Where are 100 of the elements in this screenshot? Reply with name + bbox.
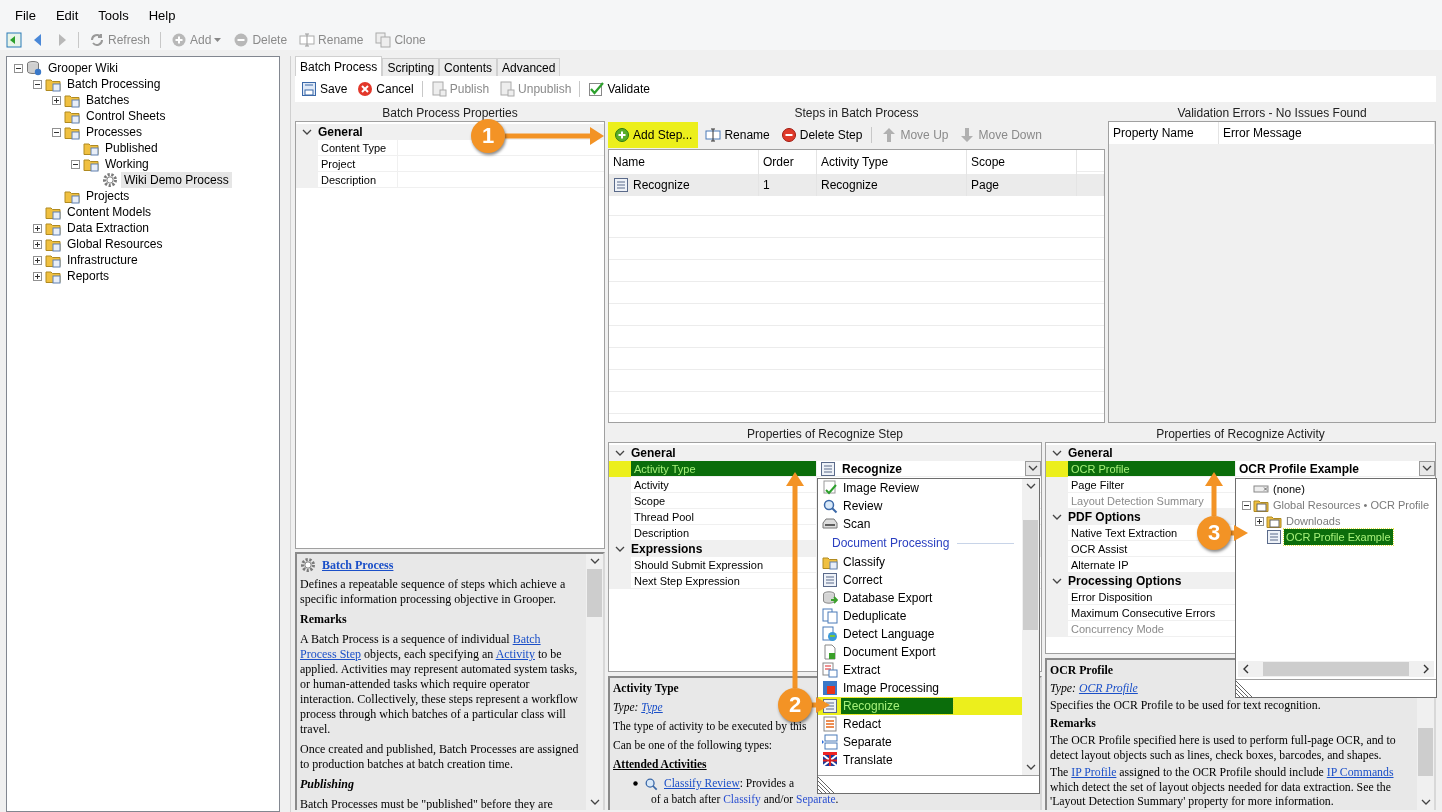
table-cell: Page bbox=[971, 178, 1000, 192]
help-text: Once created and published, Batch Processes are assigned to production batches at batch creation time. bbox=[300, 742, 580, 772]
help-heading: Remarks bbox=[300, 612, 347, 627]
list-item[interactable]: Classify bbox=[841, 554, 887, 570]
list-item[interactable]: Scan bbox=[841, 516, 873, 532]
help-heading: Activity Type bbox=[613, 681, 679, 696]
list-item[interactable]: Separate bbox=[841, 734, 894, 750]
list-group-header: Document Processing bbox=[832, 536, 950, 550]
list-item[interactable]: Recognize bbox=[841, 698, 953, 714]
help-link[interactable]: IP Profile bbox=[1071, 765, 1117, 779]
toolbar-button[interactable]: Cancel bbox=[353, 79, 418, 99]
panel-title: Validation Errors - No Issues Found bbox=[1176, 105, 1368, 121]
help-text: The type of activity to be executed by this bbox=[613, 719, 807, 734]
tab[interactable]: Scripting bbox=[382, 58, 440, 76]
tree-item[interactable]: Control Sheets bbox=[83, 108, 169, 124]
list-item[interactable]: Database Export bbox=[841, 590, 935, 606]
tree-item[interactable]: Projects bbox=[83, 188, 133, 204]
property-name[interactable]: Activity bbox=[631, 477, 817, 493]
help-link[interactable]: Classify Review bbox=[664, 777, 740, 789]
column-header[interactable]: Activity Type bbox=[817, 150, 967, 174]
help-link[interactable]: Batch Process bbox=[322, 557, 394, 573]
tree-item[interactable]: Data Extraction bbox=[64, 220, 153, 236]
help-link[interactable]: Separate bbox=[796, 793, 836, 805]
tab[interactable]: Batch Process bbox=[295, 56, 383, 76]
help-text: A Batch Process is a sequence of individual Batch Process Step objects, each specifying an Activity to be applied. Activities may represent automated system tasks, or human-attended tasks which require operator interaction. Collectively, these steps represent a workflow process through which batches of a particular class will travel. bbox=[300, 632, 579, 737]
toolbar-button[interactable]: Add Step... bbox=[608, 122, 699, 148]
tree-item[interactable]: Content Models bbox=[64, 204, 155, 220]
help-text: The IP Profile assigned to the OCR Profile should include IP Commands which detect the set of layout objects needed for data extraction. See the 'Layout Detection Summary' property for more information. bbox=[1050, 765, 1395, 809]
property-group-label: Expressions bbox=[631, 542, 703, 556]
list-item[interactable]: Translate bbox=[841, 752, 895, 768]
list-item[interactable]: Document Export bbox=[841, 644, 938, 660]
tree-item[interactable]: Wiki Demo Process bbox=[121, 172, 232, 188]
list-item[interactable]: Deduplicate bbox=[841, 608, 909, 624]
column-header[interactable]: Property Name bbox=[1109, 122, 1219, 144]
panel-title: Steps in Batch Process bbox=[793, 105, 920, 121]
list-item[interactable]: Extract bbox=[841, 662, 883, 678]
panel-title: Properties of Recognize Activity bbox=[1155, 426, 1326, 442]
toolbar-button[interactable]: Save bbox=[297, 79, 352, 99]
toolbar-button[interactable]: Delete Step bbox=[776, 125, 867, 145]
help-link[interactable]: IP Commands bbox=[1326, 765, 1394, 779]
tree-item[interactable]: Working bbox=[102, 156, 152, 172]
list-item[interactable]: Review bbox=[841, 498, 885, 514]
panel-title: Properties of Recognize Step bbox=[745, 426, 905, 442]
table-row[interactable]: Recognize 1 Recognize Page bbox=[609, 174, 1104, 196]
list-item[interactable]: Image Processing bbox=[841, 680, 942, 696]
property-name[interactable]: Thread Pool bbox=[631, 509, 817, 525]
help-heading: OCR Profile bbox=[1050, 663, 1113, 678]
tree-item[interactable]: Published bbox=[102, 140, 161, 156]
help-link[interactable]: Activity bbox=[495, 647, 535, 661]
menu-item[interactable]: Tools bbox=[89, 5, 138, 25]
property-name[interactable]: Should Submit Expression bbox=[631, 557, 817, 573]
tree-item[interactable]: Global Resources bbox=[64, 236, 166, 252]
property-value-field[interactable]: Recognize bbox=[817, 461, 1041, 477]
list-item[interactable]: Redact bbox=[841, 716, 884, 732]
tab[interactable]: Advanced bbox=[497, 58, 561, 76]
property-name[interactable]: Description bbox=[631, 525, 817, 541]
tab[interactable]: Contents bbox=[439, 58, 498, 76]
help-text: Can be one of the following types: bbox=[613, 738, 773, 753]
tree-item[interactable]: Batches bbox=[83, 92, 133, 108]
column-header[interactable]: Name bbox=[609, 150, 759, 174]
help-link[interactable]: Batch bbox=[512, 632, 541, 646]
help-text: of a batch after Classify and/or Separate. bbox=[651, 792, 839, 807]
table-cell: Recognize bbox=[821, 178, 878, 192]
help-text: The OCR Profile specified here is used to perform full-page OCR, and to detect layout objects such as lines, check boxes, barcodes, and shapes. bbox=[1050, 733, 1397, 762]
tree-item[interactable]: Processes bbox=[83, 124, 146, 140]
list-item[interactable]: Image Review bbox=[841, 480, 922, 496]
property-group-label: General bbox=[1068, 446, 1113, 460]
tree-item[interactable]: Reports bbox=[64, 268, 113, 284]
column-header[interactable]: Order bbox=[759, 150, 817, 174]
tree-item[interactable]: (none) bbox=[1271, 481, 1307, 497]
menu-item[interactable]: Help bbox=[139, 5, 185, 25]
property-name[interactable]: OCR Profile bbox=[1068, 461, 1236, 477]
help-heading: Attended Activities bbox=[613, 757, 707, 772]
help-heading: Type: Type bbox=[613, 700, 663, 715]
property-name[interactable]: Page Filter bbox=[1068, 477, 1236, 493]
property-name[interactable]: Description bbox=[318, 172, 398, 188]
list-item[interactable]: Correct bbox=[841, 572, 885, 588]
column-header[interactable]: Error Message bbox=[1219, 122, 1435, 144]
help-link[interactable]: Process Step bbox=[300, 647, 361, 661]
tree-item[interactable]: Grooper Wiki bbox=[45, 60, 121, 76]
column-header[interactable]: Scope bbox=[967, 150, 1077, 174]
property-name[interactable]: Next Step Expression bbox=[631, 573, 817, 589]
property-group-label: General bbox=[631, 446, 676, 460]
help-link[interactable]: Classify bbox=[723, 793, 761, 805]
property-name[interactable]: Content Type bbox=[318, 140, 398, 156]
menu-item[interactable]: Edit bbox=[46, 5, 88, 25]
menu-item[interactable]: File bbox=[6, 5, 45, 25]
property-name[interactable]: Scope bbox=[631, 493, 817, 509]
help-link[interactable]: OCR Profile bbox=[1078, 680, 1138, 695]
help-link[interactable]: Type bbox=[641, 701, 663, 713]
tree-item[interactable]: Infrastructure bbox=[64, 252, 141, 268]
tree-item[interactable]: Batch Processing bbox=[64, 76, 164, 92]
property-name[interactable]: Project bbox=[318, 156, 398, 172]
property-name[interactable]: Activity Type bbox=[631, 461, 817, 477]
property-value-field[interactable]: OCR Profile Example bbox=[1236, 461, 1435, 477]
toolbar-button[interactable]: Rename bbox=[701, 125, 774, 145]
list-item[interactable]: Detect Language bbox=[841, 626, 937, 642]
help-text: Specifies the OCR Profile to be used for text recognition. bbox=[1050, 698, 1321, 713]
toolbar-button[interactable]: Validate bbox=[584, 79, 654, 99]
help-heading: Remarks bbox=[1050, 715, 1096, 730]
